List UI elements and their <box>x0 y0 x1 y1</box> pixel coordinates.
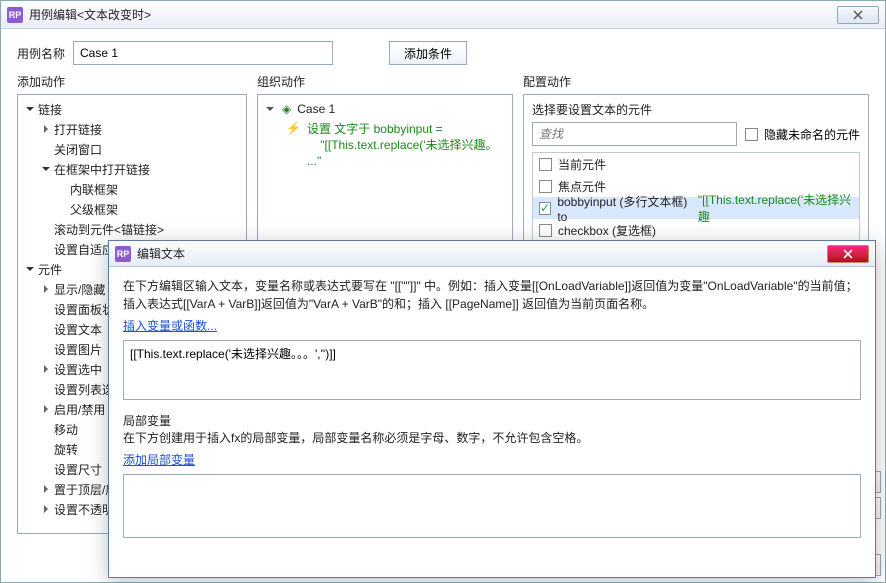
app-icon: RP <box>7 7 23 23</box>
case-label: Case 1 <box>297 102 335 116</box>
dialog-close-button[interactable] <box>827 245 869 263</box>
action-text: 设置 文字于 bobbyinput = "[[This.text.replace… <box>307 121 506 169</box>
expression-textarea[interactable] <box>123 340 861 400</box>
add-condition-button[interactable]: 添加条件 <box>389 41 467 65</box>
tree-node-label: 设置自适应 <box>52 241 114 258</box>
titlebar: RP 用例编辑<文本改变时> <box>1 1 885 29</box>
bolt-icon: ⚡ <box>286 121 301 135</box>
tree-node[interactable]: 滚动到元件<锚链接> <box>20 219 244 239</box>
tree-node[interactable]: 链接 <box>20 99 244 119</box>
case-name-input[interactable] <box>73 41 333 65</box>
window-close-button[interactable] <box>837 6 879 24</box>
tree-node-label: 启用/禁用 <box>52 401 105 418</box>
checkbox-icon: ✓ <box>539 202 551 215</box>
tree-node[interactable]: 关闭窗口 <box>20 139 244 159</box>
chevron-down-icon <box>40 165 52 173</box>
app-icon: RP <box>115 246 131 262</box>
edit-text-body: 在下方编辑区输入文本，变量名称或表达式要写在 "[[""]]" 中。例如：插入变… <box>109 267 875 577</box>
chevron-right-icon <box>40 125 52 133</box>
chevron-right-icon <box>40 485 52 493</box>
chevron-right-icon <box>40 405 52 413</box>
tree-node-label: 设置图片 <box>52 341 102 358</box>
tree-node[interactable]: 在框架中打开链接 <box>20 159 244 179</box>
widget-list-item[interactable]: ✓bobbyinput (多行文本框) to "[[This.text.repl… <box>533 197 859 219</box>
hide-unnamed-checkbox[interactable]: 隐藏未命名的元件 <box>745 123 860 145</box>
chevron-right-icon <box>40 285 52 293</box>
tree-node[interactable]: 内联框架 <box>20 179 244 199</box>
local-vars-description: 在下方创建用于插入fx的局部变量，局部变量名称必须是字母、数字，不允许包含空格。 <box>123 429 861 447</box>
widget-search-input[interactable] <box>532 122 737 146</box>
tree-node-label: 内联框架 <box>68 181 118 198</box>
organize-action-head: 组织动作 <box>257 73 513 90</box>
edit-text-dialog: RP 编辑文本 在下方编辑区输入文本，变量名称或表达式要写在 "[[""]]" … <box>108 240 876 578</box>
widget-item-label: bobbyinput (多行文本框) to <box>557 193 692 224</box>
widget-item-value: "[[This.text.replace('未选择兴趣 <box>698 191 853 225</box>
tree-node-label: 在框架中打开链接 <box>52 161 150 178</box>
tree-node-label: 设置列表选 <box>52 381 114 398</box>
configure-action-head: 配置动作 <box>523 73 869 90</box>
tree-node[interactable]: 父级框架 <box>20 199 244 219</box>
local-vars-head: 局部变量 <box>123 412 861 429</box>
tree-node-label: 链接 <box>36 101 62 118</box>
tree-node-label: 旋转 <box>52 441 78 458</box>
tree-node-label: 设置不透明 <box>52 501 114 518</box>
chevron-down-icon <box>24 265 36 273</box>
tree-node-label: 父级框架 <box>68 201 118 218</box>
widget-list-item[interactable]: 当前元件 <box>533 153 859 175</box>
close-icon <box>843 249 853 259</box>
configure-search-row: 隐藏未命名的元件 <box>532 122 860 146</box>
edit-text-title: 编辑文本 <box>137 245 827 262</box>
chevron-right-icon <box>40 505 52 513</box>
widget-item-label: checkbox (复选框) <box>558 222 656 239</box>
tree-node-label: 移动 <box>52 421 78 438</box>
chevron-down-icon <box>24 105 36 113</box>
local-vars-list[interactable] <box>123 474 861 538</box>
tree-node-label: 设置选中 <box>52 361 102 378</box>
tree-node-label: 显示/隐藏 <box>52 281 105 298</box>
tree-node-label: 打开链接 <box>52 121 102 138</box>
chevron-right-icon <box>40 365 52 373</box>
case-icon: ◈ <box>282 102 291 116</box>
widget-list: 当前元件焦点元件✓bobbyinput (多行文本框) to "[[This.t… <box>532 152 860 242</box>
case-form-row: 用例名称 添加条件 <box>1 29 885 73</box>
checkbox-icon <box>539 224 552 237</box>
window-title: 用例编辑<文本改变时> <box>29 6 837 23</box>
add-local-variable-link[interactable]: 添加局部变量 <box>123 451 861 468</box>
checkbox-icon <box>539 158 552 171</box>
edit-text-description: 在下方编辑区输入文本，变量名称或表达式要写在 "[[""]]" 中。例如：插入变… <box>123 277 861 313</box>
tree-node[interactable]: 打开链接 <box>20 119 244 139</box>
configure-subtitle: 选择要设置文本的元件 <box>532 101 860 118</box>
insert-variable-link[interactable]: 插入变量或函数... <box>123 317 861 334</box>
tree-node-label: 滚动到元件<锚链接> <box>52 221 164 238</box>
close-icon <box>853 10 863 20</box>
action-row[interactable]: ⚡ 设置 文字于 bobbyinput = "[[This.text.repla… <box>264 119 506 171</box>
case-name-label: 用例名称 <box>17 45 65 62</box>
checkbox-icon <box>539 180 552 193</box>
checkbox-icon <box>745 128 758 141</box>
hide-unnamed-label: 隐藏未命名的元件 <box>764 126 860 143</box>
add-action-head: 添加动作 <box>17 73 247 90</box>
tree-node-label: 设置文本 <box>52 321 102 338</box>
tree-node-label: 设置尺寸 <box>52 461 102 478</box>
tree-node-label: 关闭窗口 <box>52 141 102 158</box>
widget-item-label: 当前元件 <box>558 156 606 173</box>
chevron-down-icon <box>264 105 276 113</box>
edit-text-titlebar: RP 编辑文本 <box>109 241 875 267</box>
tree-node-label: 设置面板状 <box>52 301 114 318</box>
tree-node-label: 元件 <box>36 261 62 278</box>
case-row[interactable]: ◈ Case 1 <box>264 99 506 119</box>
